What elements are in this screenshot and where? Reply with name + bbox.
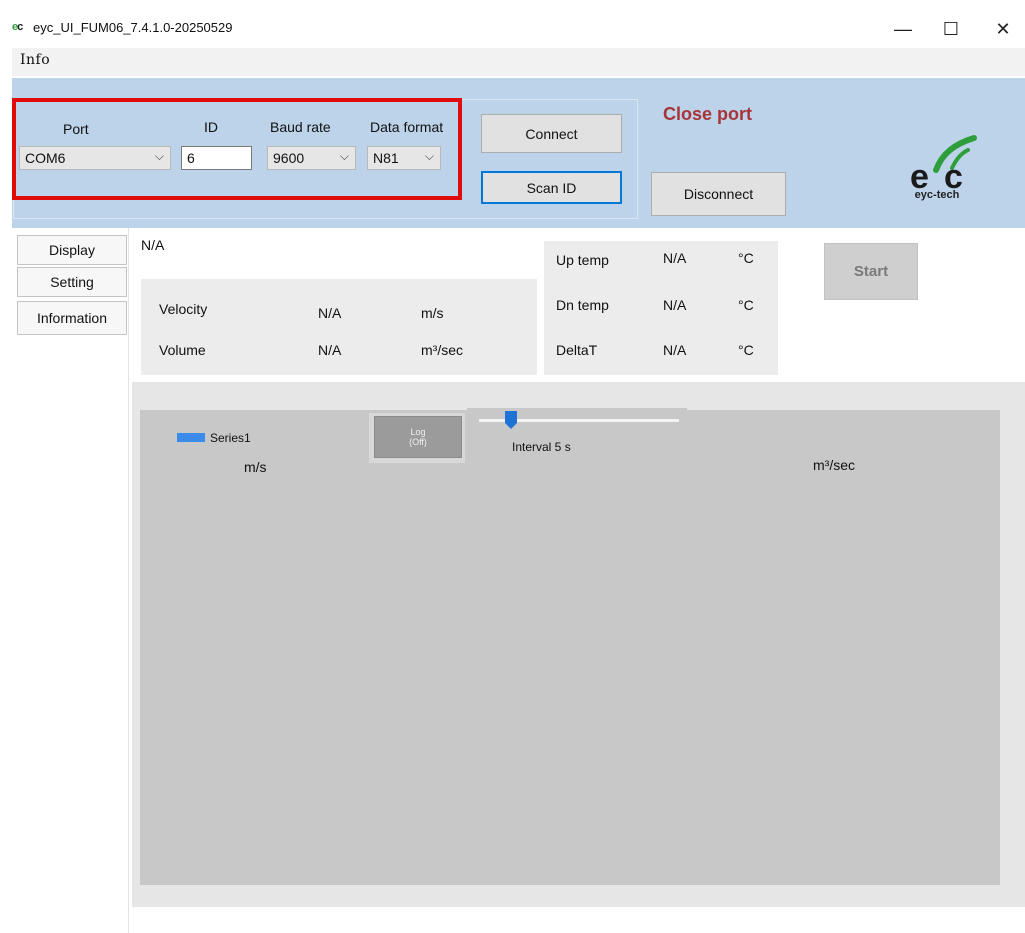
tab-display[interactable]: Display bbox=[17, 235, 127, 265]
velocity-label: Velocity bbox=[159, 301, 208, 317]
up-temp-unit: °C bbox=[738, 250, 754, 266]
interval-slider-box bbox=[467, 408, 687, 458]
volume-value: N/A bbox=[318, 342, 342, 358]
log-label: Log bbox=[410, 427, 426, 437]
status-text: N/A bbox=[141, 237, 165, 253]
left-axis-unit: m/s bbox=[244, 459, 267, 475]
volume-label: Volume bbox=[159, 342, 206, 358]
velocity-value: N/A bbox=[318, 305, 342, 321]
app-logo-icon: ec bbox=[12, 21, 23, 33]
maximize-button[interactable]: ☐ bbox=[928, 14, 974, 44]
highlight-frame bbox=[12, 98, 462, 200]
minimize-icon: — bbox=[894, 18, 912, 39]
close-icon: ✕ bbox=[995, 18, 1011, 39]
scan-id-button[interactable]: Scan ID bbox=[481, 171, 622, 204]
connect-button[interactable]: Connect bbox=[481, 114, 622, 153]
up-temp-value: N/A bbox=[663, 250, 687, 266]
start-button[interactable]: Start bbox=[824, 243, 918, 300]
right-axis-unit: m³/sec bbox=[813, 457, 855, 473]
menu-bar bbox=[12, 48, 1025, 76]
volume-unit: m³/sec bbox=[421, 342, 463, 358]
tab-setting[interactable]: Setting bbox=[17, 267, 127, 297]
menu-item-info[interactable]: Info bbox=[20, 52, 50, 68]
velocity-unit: m/s bbox=[421, 305, 444, 321]
chart-plot-area bbox=[140, 410, 1000, 885]
tab-information[interactable]: Information bbox=[17, 301, 127, 335]
interval-slider-thumb[interactable] bbox=[505, 411, 517, 429]
maximize-icon: ☐ bbox=[942, 18, 960, 39]
dn-temp-unit: °C bbox=[738, 297, 754, 313]
dn-temp-label: Dn temp bbox=[556, 297, 609, 313]
log-toggle-button[interactable]: Log (Off) bbox=[374, 416, 462, 458]
legend-label: Series1 bbox=[210, 431, 251, 445]
legend-swatch bbox=[177, 433, 205, 442]
delta-t-unit: °C bbox=[738, 342, 754, 358]
log-state: (Off) bbox=[409, 437, 427, 447]
logo-text: eyc-tech bbox=[914, 189, 960, 201]
disconnect-button[interactable]: Disconnect bbox=[651, 172, 786, 216]
flow-readout-panel bbox=[141, 279, 537, 375]
window-title: eyc_UI_FUM06_7.4.1.0-20250529 bbox=[33, 20, 233, 35]
bottom-strip bbox=[132, 907, 1025, 933]
delta-t-value: N/A bbox=[663, 342, 687, 358]
up-temp-label: Up temp bbox=[556, 252, 609, 268]
port-status: Close port bbox=[663, 104, 753, 124]
interval-label: Interval 5 s bbox=[512, 440, 571, 454]
dn-temp-value: N/A bbox=[663, 297, 687, 313]
delta-t-label: DeltaT bbox=[556, 342, 598, 358]
close-button[interactable]: ✕ bbox=[980, 14, 1025, 44]
minimize-button[interactable]: — bbox=[880, 14, 926, 44]
